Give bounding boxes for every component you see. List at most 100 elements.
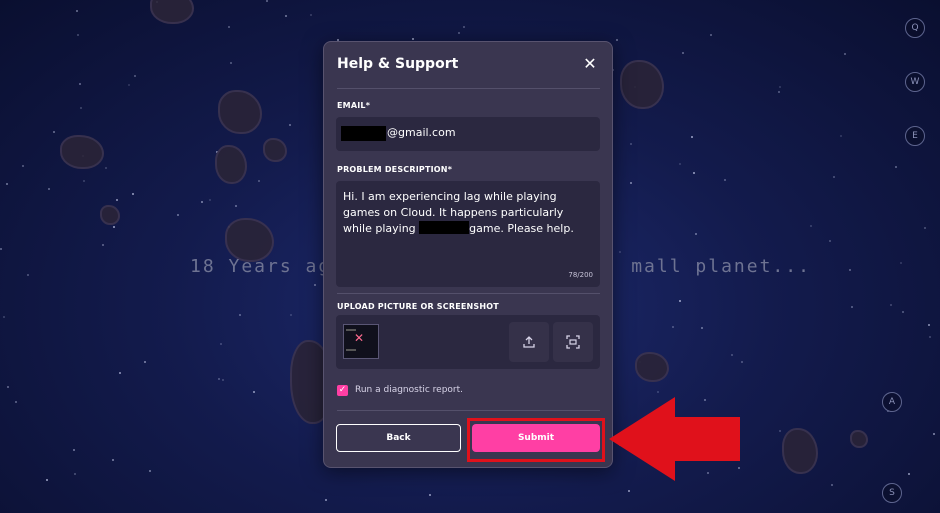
star <box>0 248 2 250</box>
email-field[interactable]: @gmail.com <box>336 117 600 151</box>
star <box>691 136 693 138</box>
star <box>741 361 743 363</box>
upload-button[interactable] <box>509 322 549 362</box>
star <box>266 0 268 2</box>
star <box>710 34 712 36</box>
title-divider <box>337 88 600 89</box>
dialog-title: Help & Support <box>337 56 459 72</box>
thumbnail-line <box>346 349 356 351</box>
star <box>679 163 681 165</box>
star <box>933 433 935 435</box>
star <box>325 499 327 501</box>
asteroid <box>100 205 120 225</box>
star <box>833 176 835 178</box>
star <box>48 188 50 190</box>
star <box>619 251 621 253</box>
star <box>679 300 681 302</box>
diagnostic-label: Run a diagnostic report. <box>355 385 464 395</box>
star <box>285 15 287 17</box>
star <box>177 214 179 216</box>
footer-divider <box>337 410 600 411</box>
star <box>76 10 78 12</box>
checkmark-icon: ✓ <box>338 385 347 395</box>
star <box>132 193 134 195</box>
star <box>693 172 695 174</box>
diagnostic-checkbox[interactable]: ✓ <box>337 385 348 396</box>
star <box>201 201 203 203</box>
star <box>779 430 781 432</box>
key-hint-e: E <box>905 126 925 146</box>
star <box>128 84 130 86</box>
star <box>235 205 237 207</box>
star <box>134 75 136 77</box>
star <box>890 304 892 306</box>
upload-area: ✕ <box>336 315 600 369</box>
key-hint-s: S <box>882 483 902 503</box>
star <box>228 26 230 28</box>
email-label: EMAIL* <box>337 101 371 110</box>
star <box>672 326 674 328</box>
asteroid <box>215 145 247 184</box>
star <box>79 83 81 85</box>
asteroid <box>60 135 104 169</box>
problem-description-textarea[interactable]: Hi. I am experiencing lag while playing … <box>336 181 600 287</box>
description-text: Hi. I am experiencing lag while playing … <box>343 189 593 237</box>
star <box>258 180 260 182</box>
star <box>53 131 55 133</box>
star <box>74 473 76 475</box>
star <box>900 262 902 264</box>
star <box>701 327 703 329</box>
submit-highlight-annotation <box>467 418 605 462</box>
star <box>7 386 9 388</box>
star <box>724 179 726 181</box>
remove-thumbnail-icon[interactable]: ✕ <box>354 331 364 345</box>
star <box>144 361 146 363</box>
star <box>102 244 104 246</box>
star <box>220 343 222 345</box>
star <box>3 316 5 318</box>
star <box>908 473 910 475</box>
star <box>113 226 115 228</box>
star <box>657 391 659 393</box>
star <box>902 311 904 313</box>
star <box>310 14 312 16</box>
star <box>616 39 618 41</box>
key-hint-w: W <box>905 72 925 92</box>
take-screenshot-button[interactable] <box>553 322 593 362</box>
star <box>218 378 220 380</box>
star <box>105 167 107 169</box>
star <box>682 52 684 54</box>
star <box>731 354 733 356</box>
star <box>230 62 232 64</box>
back-button[interactable]: Back <box>336 424 461 452</box>
star <box>289 124 291 126</box>
star <box>429 494 431 496</box>
star <box>849 269 851 271</box>
star <box>15 401 17 403</box>
section-divider <box>337 293 600 294</box>
redacted-block <box>419 221 470 234</box>
star <box>253 391 255 393</box>
key-hint-a: A <box>882 392 902 412</box>
asteroid <box>263 138 287 162</box>
star <box>630 143 632 145</box>
star <box>77 34 79 36</box>
star <box>851 306 853 308</box>
close-icon[interactable]: ✕ <box>582 56 598 72</box>
star <box>222 379 224 381</box>
screenshot-thumbnail[interactable]: ✕ <box>343 324 379 359</box>
star <box>844 53 846 55</box>
star <box>810 225 812 227</box>
star <box>895 166 897 168</box>
asteroid <box>218 90 262 134</box>
asteroid <box>850 430 868 448</box>
key-hint-q: Q <box>905 18 925 38</box>
star <box>209 199 211 201</box>
screenshot-icon <box>566 335 580 349</box>
star <box>112 459 114 461</box>
star <box>6 183 8 185</box>
star <box>314 284 316 286</box>
star <box>929 336 931 338</box>
star <box>116 199 118 201</box>
help-support-dialog: Help & Support ✕ EMAIL* @gmail.com PROBL… <box>323 41 613 468</box>
